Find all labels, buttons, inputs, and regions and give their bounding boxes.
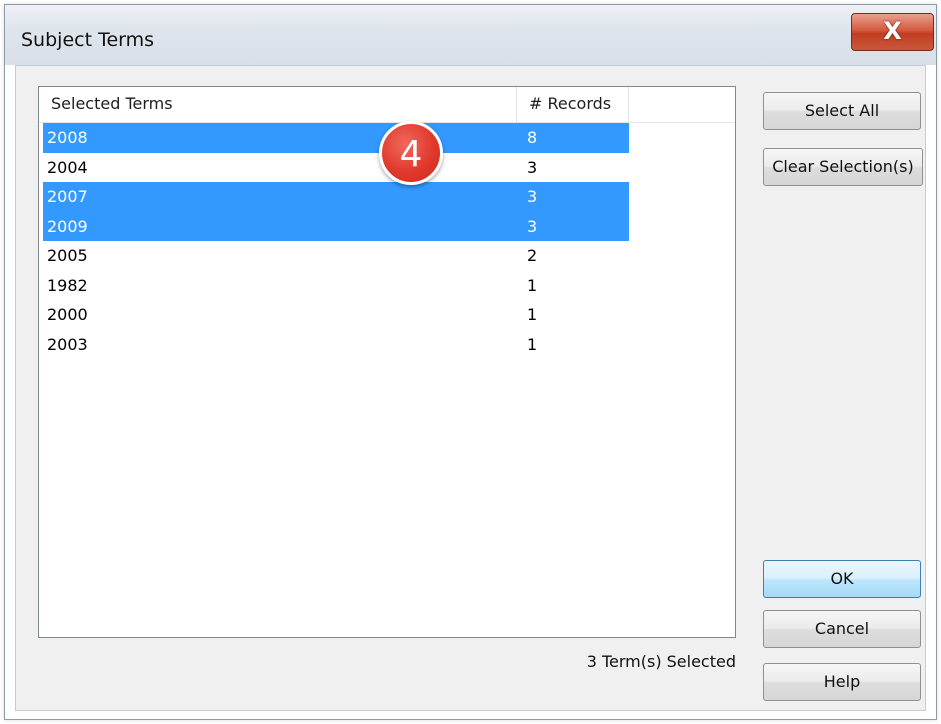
column-header-records[interactable]: # Records [517,87,629,123]
records-cell: 3 [527,187,538,206]
term-cell: 1982 [47,275,88,295]
subject-terms-dialog: Subject Terms X Selected Terms # Records… [4,4,937,720]
terms-list[interactable]: Selected Terms # Records 2008 8 2004 3 2… [38,86,736,638]
step-number-badge: 4 [379,121,443,185]
term-cell: 2003 [47,334,88,354]
select-all-button[interactable]: Select All [763,92,921,130]
term-cell: 2009 [47,216,88,236]
table-row[interactable]: 2008 8 [43,123,629,153]
clear-selection-button[interactable]: Clear Selection(s) [763,148,923,186]
table-row[interactable]: 2004 3 [43,153,629,183]
table-row[interactable]: 2003 1 [43,330,629,360]
table-row[interactable]: 1982 1 [43,271,629,301]
records-cell: 3 [527,157,538,177]
column-header-selected-terms[interactable]: Selected Terms [39,87,517,123]
close-icon: X [883,17,902,45]
term-cell: 2007 [47,187,88,206]
records-cell: 1 [527,334,538,354]
title-bar[interactable]: Subject Terms X [5,5,936,65]
window-title: Subject Terms [21,29,155,51]
close-button[interactable]: X [851,13,934,51]
term-cell: 2005 [47,246,88,265]
table-row[interactable]: 2000 1 [43,300,629,330]
term-cell: 2008 [47,128,88,147]
dialog-body: Selected Terms # Records 2008 8 2004 3 2… [15,65,926,711]
records-cell: 1 [527,305,538,324]
table-row[interactable]: 2005 2 [43,241,629,271]
records-cell: 1 [527,275,538,295]
table-row[interactable]: 2007 3 [43,182,629,212]
table-row[interactable]: 2009 3 [43,211,629,241]
records-cell: 3 [527,216,538,236]
column-header-filler [629,87,735,123]
records-cell: 8 [527,128,538,147]
term-cell: 2004 [47,157,88,177]
records-cell: 2 [527,246,538,265]
list-header: Selected Terms # Records [39,87,735,123]
term-cell: 2000 [47,305,88,324]
ok-button[interactable]: OK [763,560,921,598]
selection-status: 3 Term(s) Selected [586,652,736,671]
cancel-button[interactable]: Cancel [763,610,921,648]
help-button[interactable]: Help [763,663,921,701]
